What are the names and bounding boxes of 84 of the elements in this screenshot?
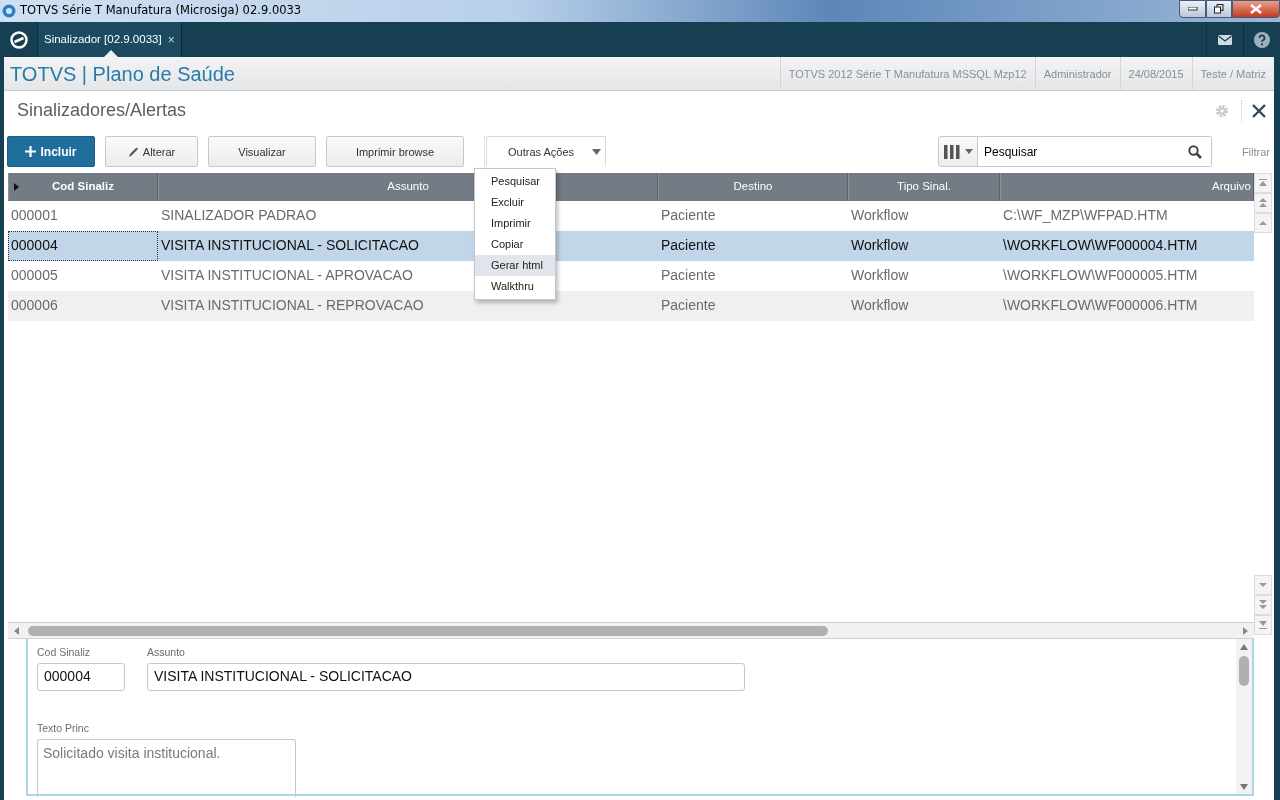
text-field[interactable]: 000004 bbox=[37, 662, 125, 691]
vertical-scrollbar[interactable] bbox=[1236, 639, 1252, 794]
search-field[interactable]: Pesquisar bbox=[978, 136, 1212, 168]
close-button[interactable] bbox=[1232, 0, 1280, 18]
horizontal-scrollbar[interactable] bbox=[8, 622, 1254, 639]
table-cell-text: \WORKFLOW\WF000006.HTM bbox=[1002, 296, 1199, 316]
table-cell-text: C:\WF_MZP\WFPAD.HTM bbox=[1002, 206, 1169, 226]
column-header[interactable]: Tipo Sinal. bbox=[897, 178, 951, 196]
table-cell-text: Workflow bbox=[850, 266, 910, 286]
row-marker-icon bbox=[14, 182, 19, 191]
table-cell-text: \WORKFLOW\WF000005.HTM bbox=[1002, 266, 1199, 286]
column-header[interactable]: Assunto bbox=[387, 178, 429, 196]
close-icon[interactable]: × bbox=[167, 30, 175, 49]
tab[interactable]: Sinalizador [02.9.0033] × bbox=[38, 22, 182, 57]
field-label: Assunto bbox=[147, 645, 186, 660]
table-cell-text: 000005 bbox=[10, 266, 59, 286]
table-cell-text: Paciente bbox=[660, 296, 717, 316]
columns-icon bbox=[943, 144, 962, 159]
menu-item[interactable]: Gerar html bbox=[475, 255, 555, 276]
menu-item[interactable]: Imprimir bbox=[475, 213, 555, 234]
caret-icon bbox=[964, 149, 973, 155]
table-cell-text: \WORKFLOW\WF000004.HTM bbox=[1002, 236, 1199, 256]
minimize-icon bbox=[1187, 7, 1198, 11]
double-arrow-up-icon bbox=[1258, 196, 1268, 209]
field-label: Texto Princ bbox=[37, 720, 90, 736]
columns-button[interactable] bbox=[938, 136, 978, 168]
double-arrow-down-icon bbox=[1258, 599, 1268, 611]
app-title: TOTVS | Plano de Saúde bbox=[10, 61, 235, 87]
table-cell-text: VISITA INSTITUCIONAL - REPROVACAO bbox=[161, 296, 424, 316]
table-cell-text: 000001 bbox=[10, 206, 59, 226]
app-icon bbox=[2, 4, 16, 18]
toolbar-button[interactable]: Alterar bbox=[105, 136, 198, 168]
toolbar-button[interactable]: Outras Ações bbox=[486, 136, 606, 168]
scroll-top-button[interactable] bbox=[1254, 172, 1272, 193]
window-title: TOTVS Série T Manufatura (Microsiga) 02.9.0033 bbox=[20, 2, 302, 20]
minimize-button[interactable] bbox=[1179, 0, 1206, 18]
text-field[interactable]: VISITA INSTITUCIONAL - SOLICITACAO bbox=[147, 662, 745, 691]
page-up-button[interactable] bbox=[1254, 192, 1272, 213]
header-info: TOTVS 2012 Série T Manufatura MSSQL Mzp12 bbox=[779, 56, 1035, 91]
search-icon[interactable] bbox=[1188, 144, 1202, 159]
table-cell-text: 000006 bbox=[10, 296, 59, 316]
toolbar-button[interactable]: Imprimir browse bbox=[326, 136, 464, 168]
text-area[interactable]: Solicitado visita institucional. bbox=[37, 738, 296, 797]
page-down-button[interactable] bbox=[1254, 595, 1272, 615]
table-cell-text: VISITA INSTITUCIONAL - APROVACAO bbox=[161, 266, 413, 286]
table-cell-text: Workflow bbox=[850, 296, 910, 316]
close-icon[interactable] bbox=[1252, 103, 1266, 118]
table-cell-text: SINALIZADOR PADRAO bbox=[161, 206, 317, 226]
arrow-down-icon bbox=[1258, 580, 1268, 590]
scroll-bottom-button[interactable] bbox=[1254, 615, 1272, 635]
restore-icon bbox=[1214, 4, 1224, 14]
header-info: Administrador bbox=[1034, 56, 1120, 91]
table-cell-text: Workflow bbox=[850, 236, 910, 256]
table-cell-text: Paciente bbox=[660, 266, 717, 286]
arrow-up-to-line-icon bbox=[1258, 177, 1268, 188]
menu-item[interactable]: Excluir bbox=[475, 192, 555, 213]
logo-icon bbox=[9, 30, 28, 49]
column-header[interactable]: Destino bbox=[733, 178, 773, 196]
page-title: Sinalizadores/Alertas bbox=[17, 99, 187, 123]
scrollbar-thumb[interactable] bbox=[1239, 656, 1249, 686]
toolbar-button[interactable]: Incluir bbox=[7, 136, 95, 168]
scroll-down-button[interactable] bbox=[1254, 575, 1272, 595]
menu-item[interactable]: Copiar bbox=[475, 234, 555, 255]
restore-button[interactable] bbox=[1206, 0, 1232, 18]
plus-icon bbox=[25, 146, 37, 158]
close-icon bbox=[1250, 4, 1262, 14]
caret-icon bbox=[592, 149, 601, 156]
header-info: Teste / Matriz bbox=[1191, 56, 1274, 91]
table-cell: 000004 bbox=[8, 230, 158, 261]
scroll-up-button[interactable] bbox=[1254, 212, 1272, 233]
toolbar-button[interactable]: Visualizar bbox=[208, 136, 316, 168]
table-cell-text: Workflow bbox=[850, 206, 910, 226]
settings-icon[interactable] bbox=[1215, 103, 1229, 118]
menu-item[interactable]: Walkthru bbox=[475, 276, 555, 297]
table-cell-text: VISITA INSTITUCIONAL - SOLICITACAO bbox=[161, 236, 419, 256]
arrow-down-to-line-icon bbox=[1258, 620, 1268, 630]
menu-item[interactable]: Pesquisar bbox=[475, 171, 555, 192]
column-header[interactable]: Cod Sinaliz bbox=[52, 178, 114, 196]
column-header[interactable]: Arquivo bbox=[1212, 178, 1251, 196]
pencil-icon bbox=[127, 145, 139, 158]
header-info: 24/08/2015 bbox=[1119, 56, 1192, 91]
table-cell-text: Paciente bbox=[660, 206, 717, 226]
field-label: Cod Sinaliz bbox=[37, 645, 92, 660]
table-cell-text: Paciente bbox=[660, 236, 717, 256]
